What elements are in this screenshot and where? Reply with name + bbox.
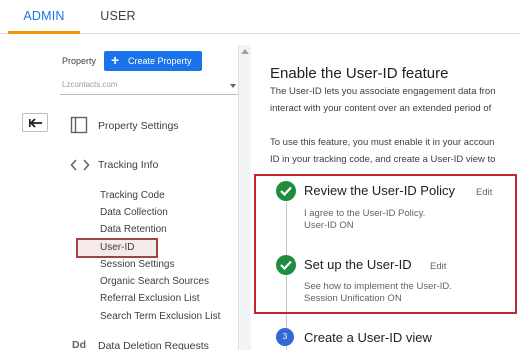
intro-text-line-1: The User-ID lets you associate engagemen… [270,86,496,97]
step-3-number-badge: 3 [276,328,294,346]
nav-item-data-collection[interactable]: Data Collection [100,205,168,221]
nav-item-referral-exclusion-list[interactable]: Referral Exclusion List [100,291,199,307]
page-title: Enable the User-ID feature [270,65,449,82]
step-2-title: Set up the User-ID [304,257,412,272]
step-1-title: Review the User-ID Policy [304,183,455,198]
scroll-up-arrow-icon[interactable] [241,49,249,54]
back-button[interactable] [22,113,48,132]
instructions-text-line-2: ID in your tracking code, and create a U… [270,154,496,165]
property-settings-icon [70,116,88,134]
instructions-text-line-1: To use this feature, you must enable it … [270,137,495,148]
property-settings-link[interactable]: Property Settings [98,120,179,132]
step-1-detail-2: User-ID ON [304,220,354,231]
nav-item-tracking-code[interactable]: Tracking Code [100,188,165,204]
tab-user[interactable]: USER [92,0,144,34]
step-1-edit-link[interactable]: Edit [476,187,492,198]
step-3-title: Create a User-ID view [304,330,432,345]
checkmark-icon [276,181,296,201]
nav-item-organic-search-sources[interactable]: Organic Search Sources [100,274,209,290]
step-2-edit-link[interactable]: Edit [430,261,446,272]
property-label: Property [62,56,97,66]
property-selector[interactable]: Lzcontacts.com [60,79,238,95]
nav-item-search-term-exclusion-list[interactable]: Search Term Exclusion List [100,309,220,325]
main-content: Enable the User-ID feature The User-ID l… [252,34,520,350]
plus-icon: + [111,52,120,68]
step-1-detail-1: I agree to the User-ID Policy. [304,208,426,219]
step-2-detail-2: Session Unification ON [304,293,402,304]
nav-item-data-retention[interactable]: Data Retention [100,222,167,238]
step-2-detail-1: See how to implement the User-ID. [304,281,452,292]
nav-item-user-id[interactable]: User-ID [76,238,159,258]
tab-admin[interactable]: ADMIN [8,0,80,34]
sidebar-scrollbar[interactable] [238,45,251,350]
tracking-info-link[interactable]: Tracking Info [98,159,158,171]
nav-item-session-settings[interactable]: Session Settings [100,257,175,273]
create-property-label: Create Property [128,56,192,66]
top-tab-bar: ADMIN USER [0,0,520,34]
code-brackets-icon [70,159,90,171]
chevron-down-icon [230,84,236,88]
property-selector-value: Lzcontacts.com [62,80,118,89]
data-deletion-requests-link[interactable]: Data Deletion Requests [98,340,209,350]
data-deletion-icon: Dd [72,339,86,350]
checkmark-icon [276,255,296,275]
create-property-button[interactable]: + Create Property [104,51,202,71]
arrow-left-icon [29,118,42,128]
intro-text-line-2: interact with your content over an exten… [270,103,492,114]
